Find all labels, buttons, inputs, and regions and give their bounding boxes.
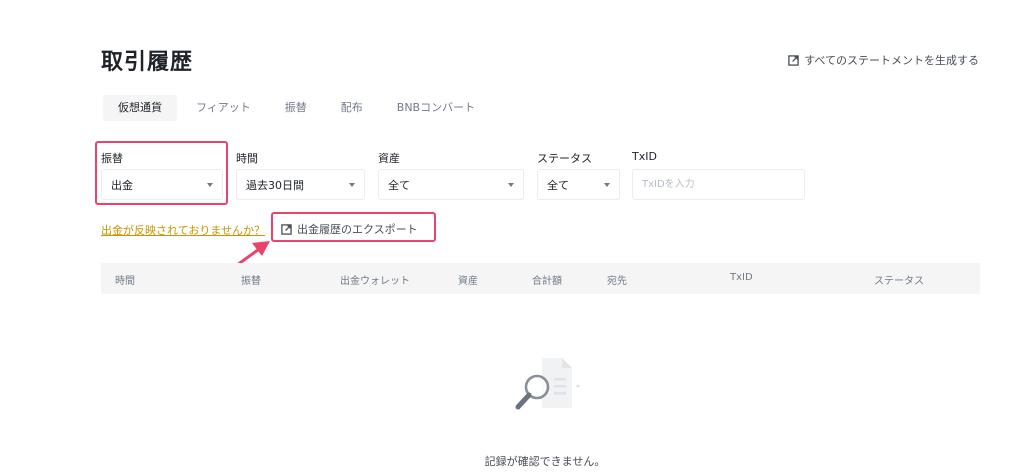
column-header-time: 時間 xyxy=(115,276,135,287)
column-header-asset: 資産 xyxy=(458,276,478,287)
column-header-total: 合計額 xyxy=(532,276,562,287)
generate-statements-label: すべてのステートメントを生成する xyxy=(804,54,979,67)
tab-transfer[interactable]: 振替 xyxy=(270,95,322,121)
time-select-value: 過去30日間 xyxy=(246,178,304,192)
status-select-value: 全て xyxy=(547,178,569,192)
magnifier-document-icon xyxy=(515,358,580,410)
status-filter-label: ステータス xyxy=(537,152,592,165)
chevron-down-icon xyxy=(349,182,355,187)
transfer-filter-label: 振替 xyxy=(101,152,123,165)
external-link-icon xyxy=(281,223,292,235)
asset-select[interactable]: 全て xyxy=(378,169,524,200)
asset-select-value: 全て xyxy=(388,178,410,192)
tab-bnb-convert[interactable]: BNBコンバート xyxy=(382,95,490,121)
status-select[interactable]: 全て xyxy=(537,169,620,200)
export-withdrawal-history-link[interactable]: 出金履歴のエクスポート xyxy=(281,221,418,237)
txid-filter-label: TxID xyxy=(632,150,657,163)
history-tabs: 仮想通貨 フィアット 振替 配布 BNBコンバート xyxy=(101,95,494,121)
tab-fiat[interactable]: フィアット xyxy=(181,95,266,121)
generate-statements-link[interactable]: すべてのステートメントを生成する xyxy=(788,52,979,68)
empty-state-message: 記録が確認できません。 xyxy=(484,455,606,468)
column-header-status: ステータス xyxy=(874,276,924,287)
tab-distribution[interactable]: 配布 xyxy=(326,95,378,121)
column-header-destination: 宛先 xyxy=(607,276,627,287)
page-title: 取引履歴 xyxy=(101,50,194,75)
withdrawal-help-link[interactable]: 出金が反映されておりませんか？ xyxy=(101,222,265,238)
export-withdrawal-history-label: 出金履歴のエクスポート xyxy=(297,223,418,236)
column-header-transfer: 振替 xyxy=(241,276,261,287)
column-header-txid: TxID xyxy=(730,272,753,283)
table-header: 時間 振替 出金ウォレット 資産 合計額 宛先 TxID ステータス xyxy=(101,263,980,294)
txid-input[interactable] xyxy=(632,169,805,200)
transfer-select[interactable]: 出金 xyxy=(101,169,223,200)
chevron-down-icon xyxy=(604,182,610,187)
chevron-down-icon xyxy=(207,182,213,187)
external-link-icon xyxy=(788,54,799,66)
time-select[interactable]: 過去30日間 xyxy=(236,169,365,200)
tab-crypto[interactable]: 仮想通貨 xyxy=(103,95,177,121)
chevron-down-icon xyxy=(508,182,514,187)
column-header-wallet: 出金ウォレット xyxy=(340,276,410,287)
asset-filter-label: 資産 xyxy=(378,152,400,165)
transfer-select-value: 出金 xyxy=(111,178,133,192)
time-filter-label: 時間 xyxy=(236,152,258,165)
